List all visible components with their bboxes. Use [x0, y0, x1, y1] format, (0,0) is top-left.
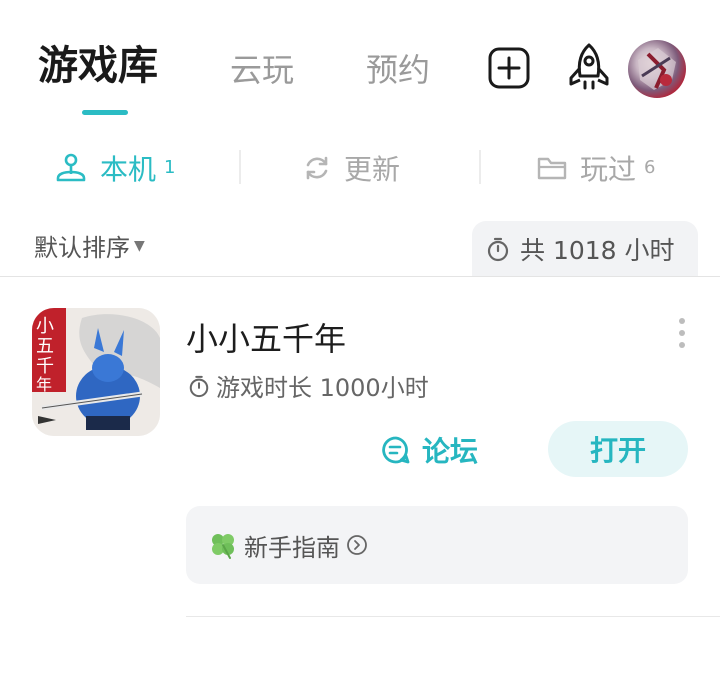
guide-label: 新手指南: [244, 533, 340, 562]
refresh-icon: [302, 153, 332, 183]
top-header: 游戏库 云玩 预约: [0, 0, 720, 120]
avatar[interactable]: [628, 40, 686, 98]
subtab-updates[interactable]: 更新: [302, 140, 400, 196]
sort-dropdown[interactable]: 默认排序 ▼: [34, 228, 145, 263]
game-playtime-label: 游戏时长 1000小时: [216, 374, 429, 402]
library-subtabs: 本机 1 更新 玩过 6: [0, 140, 720, 196]
avatar-image: [638, 48, 676, 90]
more-options-icon[interactable]: [674, 318, 690, 348]
tab-cloud-play[interactable]: 云玩: [230, 44, 294, 96]
clover-icon: [208, 530, 238, 560]
game-artwork: 小 五 千 年: [32, 308, 160, 436]
caret-down-icon: ▼: [134, 237, 145, 254]
sort-label: 默认排序: [34, 234, 130, 262]
subtab-divider: [239, 150, 241, 184]
subtab-local[interactable]: 本机 1: [54, 140, 175, 196]
svg-text:年: 年: [36, 375, 52, 394]
total-playtime-badge: 共 1018 小时: [472, 221, 698, 277]
rocket-icon: [569, 43, 609, 90]
plus-square-icon: [488, 47, 530, 89]
svg-text:五: 五: [36, 336, 54, 357]
add-button[interactable]: [486, 45, 532, 91]
total-playtime-label: 共 1018 小时: [520, 236, 675, 265]
stopwatch-icon: [188, 374, 210, 398]
subtab-played[interactable]: 玩过 6: [536, 140, 655, 196]
subtab-local-count: 1: [164, 156, 176, 178]
game-playtime: 游戏时长 1000小时: [188, 368, 429, 403]
beginner-guide-link[interactable]: 新手指南: [186, 506, 688, 584]
chevron-right-circle-icon: [346, 534, 368, 556]
rocket-button[interactable]: [564, 42, 614, 92]
forum-button[interactable]: 论坛: [380, 425, 478, 475]
divider: [186, 616, 720, 617]
folder-icon: [536, 154, 568, 182]
stopwatch-icon: [486, 236, 510, 262]
game-icon[interactable]: 小 五 千 年: [32, 308, 160, 436]
tab-game-library[interactable]: 游戏库: [38, 40, 158, 92]
tab-reservations[interactable]: 预约: [366, 44, 430, 96]
joystick-icon: [54, 152, 88, 184]
svg-text:千: 千: [36, 356, 54, 377]
subtab-local-label: 本机: [100, 153, 157, 186]
subtab-updates-label: 更新: [344, 153, 401, 186]
forum-label: 论坛: [422, 435, 479, 468]
divider: [0, 276, 720, 277]
subtab-divider: [479, 150, 481, 184]
tab-indicator: [82, 110, 128, 115]
svg-text:小: 小: [36, 316, 54, 337]
chat-bubble-icon: [380, 434, 412, 466]
subtab-played-count: 6: [644, 156, 656, 178]
open-game-button[interactable]: 打开: [548, 421, 688, 477]
subtab-played-label: 玩过: [580, 153, 637, 186]
game-title[interactable]: 小小五千年: [186, 314, 346, 360]
